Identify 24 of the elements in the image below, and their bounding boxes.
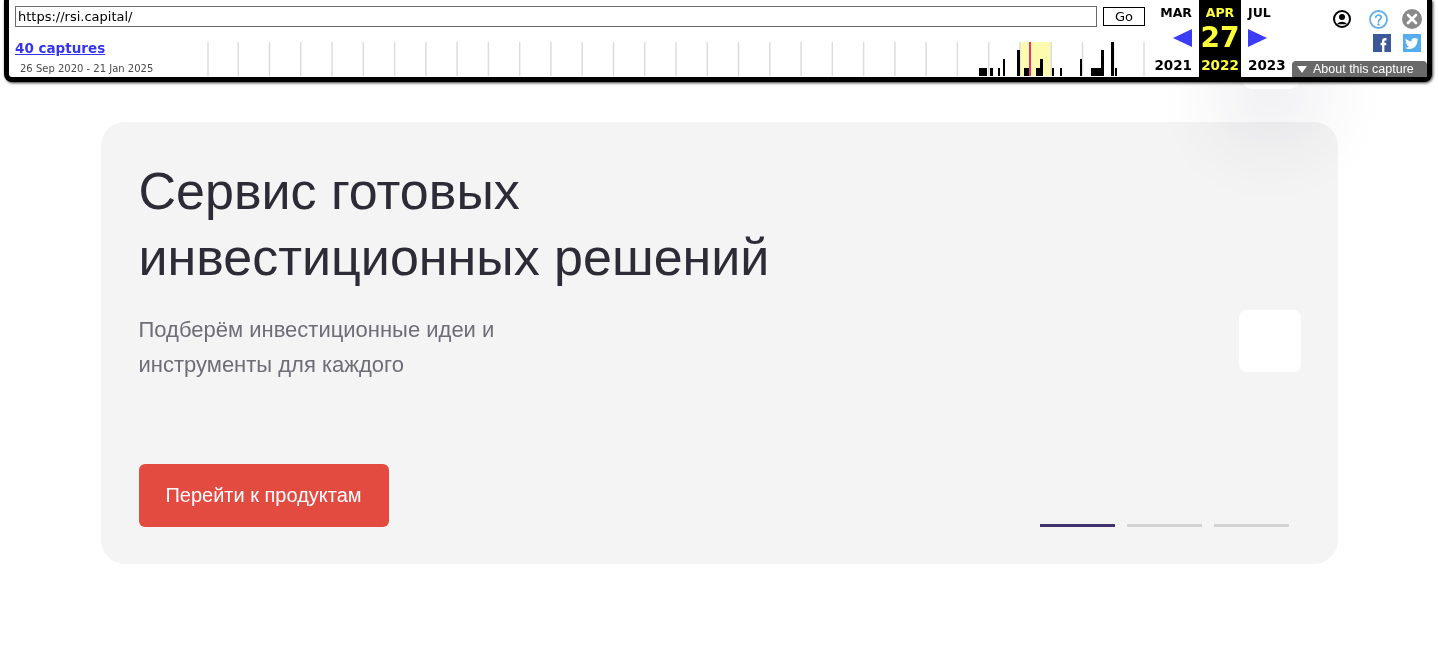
month-link[interactable]: JUL: [1248, 4, 1271, 22]
help-icon[interactable]: [1369, 9, 1388, 29]
hero-title: Сервис готовых инвестиционных решений: [138, 161, 771, 288]
about-button[interactable]: About this capture: [1292, 61, 1427, 77]
products-button[interactable]: Перейти к продуктам: [138, 464, 389, 527]
facebook-icon[interactable]: [1373, 34, 1391, 52]
hero-subtitle: Подберём инвестиционные идеи и инструменты для каждого: [138, 316, 496, 379]
date-range: 26 Sep 2020 - 21 Jan 2025: [19, 62, 154, 75]
close-icon[interactable]: [1402, 9, 1422, 29]
month-link[interactable]: APR: [1205, 4, 1235, 22]
right-arrow-icon[interactable]: [1248, 29, 1267, 47]
twitter-icon[interactable]: [1403, 34, 1421, 52]
left-arrow-icon[interactable]: [1173, 29, 1192, 47]
year-link[interactable]: 2022: [1201, 55, 1239, 75]
year-link[interactable]: 2023: [1248, 55, 1286, 75]
captures-link[interactable]: 40 captures: [15, 40, 106, 56]
day-link[interactable]: 27: [1200, 22, 1240, 54]
year-link[interactable]: 2021: [1154, 55, 1192, 75]
url-field[interactable]: https://rsi.capital/: [15, 6, 1097, 27]
caret-icon: [1297, 65, 1307, 73]
user-icon[interactable]: [1333, 10, 1351, 28]
capture-sparkline[interactable]: [207, 42, 1145, 76]
go-button[interactable]: Go: [1103, 7, 1145, 26]
month-link[interactable]: MAR: [1160, 4, 1192, 22]
